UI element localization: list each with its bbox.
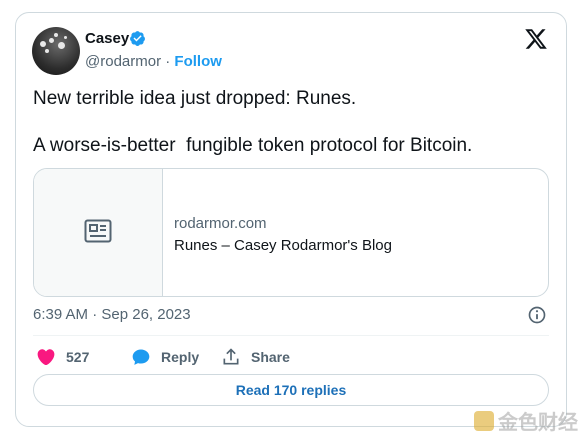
reply-label: Reply [161, 349, 200, 365]
author-name[interactable]: Casey [85, 30, 129, 47]
tweet-text-line2: A worse-is-better fungible token protoco… [33, 135, 473, 156]
tweet-text-line1: New terrible idea just dropped: Runes. [33, 88, 357, 109]
info-icon[interactable] [527, 305, 547, 325]
link-thumbnail [34, 169, 163, 296]
divider [33, 335, 549, 336]
follow-button[interactable]: Follow [174, 53, 222, 70]
heart-icon [37, 349, 55, 366]
like-button[interactable]: 527 [36, 345, 89, 369]
link-domain: rodarmor.com [174, 215, 267, 232]
share-label: Share [251, 349, 290, 365]
verified-badge-icon [130, 31, 145, 46]
share-button[interactable]: Share [221, 345, 290, 369]
article-icon [84, 219, 112, 243]
watermark: 金色财经 [474, 406, 578, 435]
reply-button[interactable]: Reply [131, 345, 199, 369]
author-handle[interactable]: @rodarmor [85, 53, 161, 70]
reply-bubble-icon [132, 349, 150, 365]
read-replies-button[interactable]: Read 170 replies [33, 374, 549, 406]
x-logo-icon[interactable] [524, 27, 548, 51]
avatar[interactable] [32, 27, 80, 75]
watermark-logo-icon [474, 410, 494, 431]
handle-separator: · [165, 53, 171, 70]
watermark-text: 金色财经 [498, 412, 578, 434]
tweet-timestamp[interactable]: 6:39 AM · Sep 26, 2023 [33, 306, 191, 323]
share-icon [223, 348, 239, 365]
link-preview-card[interactable]: rodarmor.com Runes – Casey Rodarmor's Bl… [33, 168, 549, 297]
handle-row: @rodarmor · Follow [85, 53, 222, 70]
link-title: Runes – Casey Rodarmor's Blog [174, 237, 392, 254]
tweet-card: Casey @rodarmor · Follow New terrible id… [15, 12, 567, 427]
like-count: 527 [66, 349, 90, 365]
